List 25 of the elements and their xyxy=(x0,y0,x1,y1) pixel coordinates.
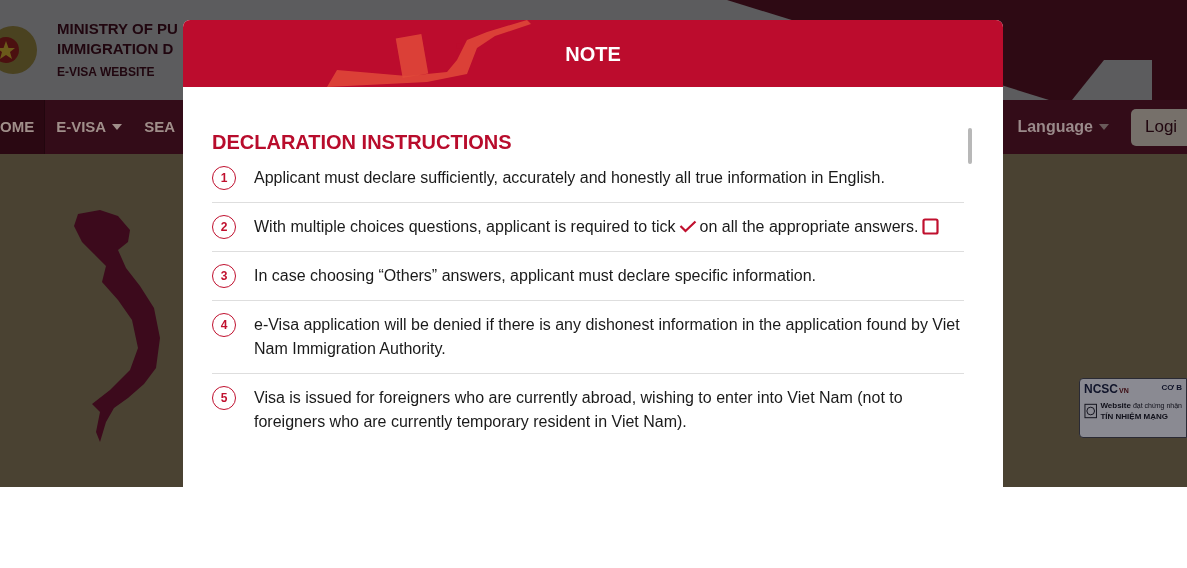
instruction-text: on all the appropriate answers. xyxy=(699,218,919,235)
badge-brand: NCSC xyxy=(1084,382,1118,396)
site-subtitle: E-VISA WEBSITE xyxy=(57,64,156,81)
instruction-text: Visa is issued for foreigners who are currently abroad, wishing to enter into Viet Nam (not to foreigners who are currently temporary resident in Viet Nam). xyxy=(254,389,903,430)
badge-label: CƠ B xyxy=(1161,382,1182,394)
checkbox-icon xyxy=(922,218,940,235)
site-title-line: IMMIGRATION D xyxy=(57,39,175,59)
login-button[interactable]: Logi xyxy=(1131,108,1187,146)
checkmark-icon xyxy=(678,220,697,233)
instruction-text: e-Visa application will be denied if there is any dishonest information in the application found by Viet Nam Immigration Authority. xyxy=(254,316,960,357)
section-heading: DECLARATION INSTRUCTIONS xyxy=(212,130,513,155)
instruction-text: In case choosing “Others” answers, applicant must declare specific information. xyxy=(254,267,817,284)
language-menu[interactable]: Language xyxy=(1017,115,1109,139)
instruction-text: Applicant must declare sufficiently, accurately and honestly all true information in English. xyxy=(254,169,885,186)
nav-item[interactable]: SEA xyxy=(133,100,187,154)
dialog-title: NOTE xyxy=(565,41,621,67)
nav-item[interactable]: OME xyxy=(0,100,46,154)
site-title-line: MINISTRY OF PU xyxy=(57,19,178,39)
scrollbar-thumb[interactable] xyxy=(968,128,972,164)
globe-icon xyxy=(1084,403,1098,419)
badge-text: Website xyxy=(1100,400,1131,411)
instruction-text: With multiple choices questions, applicant is required to tick xyxy=(254,218,676,235)
badge-text: TÍN NHIỆM MẠNG xyxy=(1100,411,1169,422)
caret-icon xyxy=(1099,124,1109,130)
nav-item[interactable]: E-VISA xyxy=(45,100,134,154)
